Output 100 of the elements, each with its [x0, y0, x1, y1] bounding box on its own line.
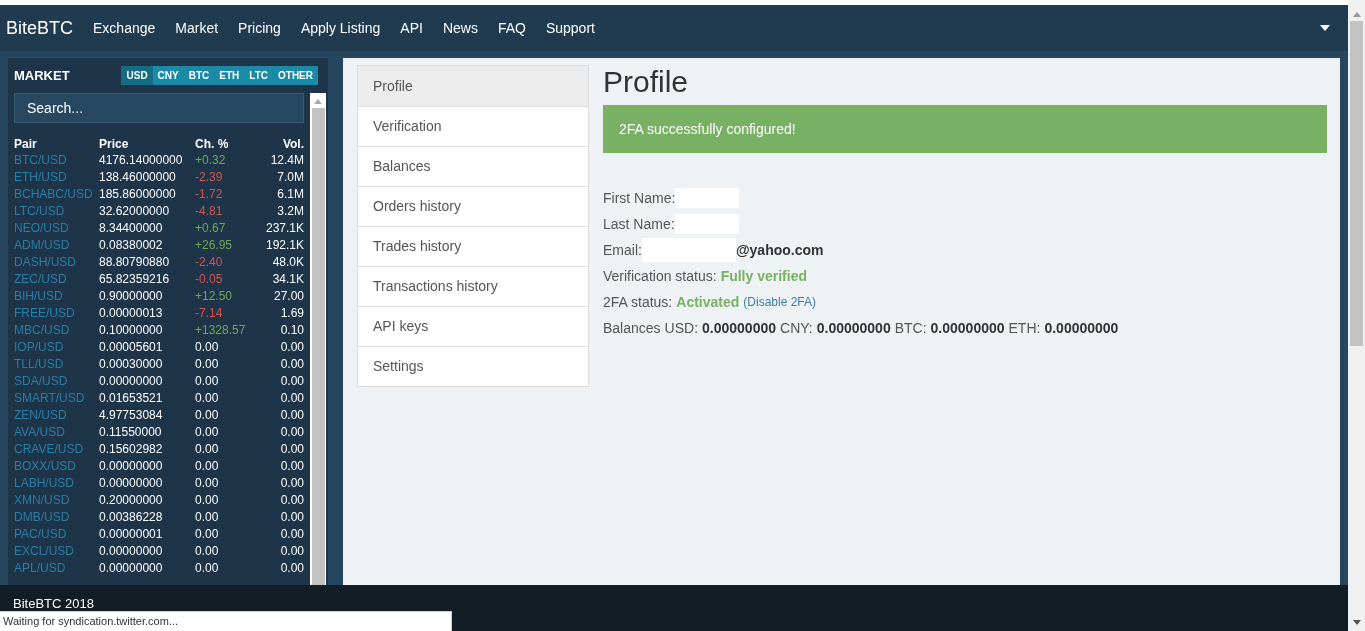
- price-cell-text: 4176.14000000: [99, 151, 184, 169]
- currency-tab[interactable]: USD: [121, 66, 153, 86]
- volume-cell-text: 0.00: [279, 542, 304, 560]
- change-cell-text: 0.00: [195, 491, 220, 509]
- status-value: Fully verified: [720, 266, 807, 286]
- market-row[interactable]: LABH/USD 0.00000000 0.00 0.00: [14, 474, 304, 492]
- market-row[interactable]: BOXX/USD 0.00000000 0.00 0.00: [14, 457, 304, 475]
- scroll-down-icon[interactable]: [1352, 620, 1361, 625]
- market-row[interactable]: DMB/USD 0.00386228 0.00 0.00: [14, 508, 304, 526]
- volume-cell-text: 237.1K: [264, 219, 304, 237]
- column-header: Price: [99, 135, 130, 153]
- price-cell-text: 0.90000000: [99, 287, 164, 305]
- market-row[interactable]: APL/USD 0.00000000 0.00 0.00: [14, 559, 304, 577]
- volume-cell-text: 0.00: [279, 338, 304, 356]
- price-cell-text: 0.00000013: [99, 304, 164, 322]
- volume-cell-text: 0.10: [279, 321, 304, 339]
- market-row[interactable]: IOP/USD 0.00005601 0.00 0.00: [14, 338, 304, 356]
- success-alert: 2FA successfully configured!: [603, 105, 1327, 153]
- field-label: 2FA status:: [603, 292, 673, 312]
- menu-item[interactable]: Profile: [358, 66, 588, 106]
- volume-cell-text: 0.00: [279, 440, 304, 458]
- pair-cell-text: BTC/USD: [14, 151, 68, 169]
- nav-link[interactable]: API: [390, 17, 433, 39]
- nav-link[interactable]: Apply Listing: [290, 17, 391, 39]
- market-row[interactable]: PAC/USD 0.00000001 0.00 0.00: [14, 525, 304, 543]
- market-row[interactable]: AVA/USD 0.11550000 0.00 0.00: [14, 423, 304, 441]
- column-header: Pair: [14, 135, 38, 153]
- market-row[interactable]: CRAVE/USD 0.15602982 0.00 0.00: [14, 440, 304, 458]
- volume-cell-text: 48.0K: [271, 253, 304, 271]
- market-row[interactable]: NEO/USD 8.34400000 +0.67 237.1K: [14, 219, 304, 237]
- search-field[interactable]: Search...: [14, 92, 304, 123]
- pair-cell-text: ZEC/USD: [14, 270, 68, 288]
- field-label: Verification status:: [603, 266, 717, 286]
- price-cell-text: 0.20000000: [99, 491, 164, 509]
- volume-cell-text: 192.1K: [264, 236, 304, 254]
- change-cell-text: -4.81: [195, 202, 224, 220]
- nav-link[interactable]: Support: [535, 17, 605, 39]
- change-cell-text: -2.40: [195, 253, 224, 271]
- nav-link[interactable]: News: [432, 17, 488, 39]
- scrollbar[interactable]: [310, 92, 326, 585]
- price-cell-text: 0.00000001: [99, 525, 164, 543]
- currency-tab[interactable]: OTHER: [273, 66, 318, 86]
- nav-link[interactable]: Market: [165, 17, 229, 39]
- pair-cell-text: EXCL/USD: [14, 542, 76, 560]
- status-bubble: Waiting for syndication.twitter.com...: [0, 611, 452, 631]
- pair-cell-text: DMB/USD: [14, 508, 71, 526]
- pair-cell-text: BIH/USD: [14, 287, 64, 305]
- market-row[interactable]: XMN/USD 0.20000000 0.00 0.00: [14, 491, 304, 509]
- market-row[interactable]: DASH/USD 88.80790880 -2.40 48.0K: [14, 253, 304, 271]
- page-scrollbar[interactable]: [1348, 0, 1365, 631]
- volume-cell-text: 6.1M: [276, 185, 304, 203]
- market-row[interactable]: ETH/USD 138.46000000 -2.39 7.0M: [14, 168, 304, 186]
- currency-tab[interactable]: ETH: [214, 66, 245, 86]
- pair-cell-text: DASH/USD: [14, 253, 77, 271]
- currency-tab[interactable]: LTC: [244, 66, 273, 86]
- brand-link[interactable]: BiteBTC: [6, 14, 74, 42]
- nav-link[interactable]: FAQ: [487, 17, 536, 39]
- pair-cell-text: LABH/USD: [14, 474, 76, 492]
- nav-link[interactable]: Pricing: [228, 17, 291, 39]
- market-row[interactable]: BCHABC/USD 185.86000000 -1.72 6.1M: [14, 185, 304, 203]
- page-title: Profile: [603, 65, 690, 99]
- change-cell-text: 0.00: [195, 457, 220, 475]
- volume-cell-text: 12.4M: [269, 151, 304, 169]
- price-cell-text: 0.01653521: [99, 389, 164, 407]
- currency-tab[interactable]: BTC: [183, 66, 215, 86]
- change-cell-text: -2.39: [195, 168, 224, 186]
- status-value: Activated: [676, 292, 740, 312]
- market-row[interactable]: MBC/USD 0.10000000 +1328.57 0.10: [14, 321, 304, 339]
- market-row[interactable]: SDA/USD 0.00000000 0.00 0.00: [14, 372, 304, 390]
- market-row[interactable]: SMART/USD 0.01653521 0.00 0.00: [14, 389, 304, 407]
- column-header: Vol.: [281, 135, 304, 153]
- scroll-up-icon[interactable]: [314, 98, 322, 104]
- scroll-up-icon[interactable]: [1352, 12, 1361, 17]
- volume-cell-text: 3.2M: [276, 202, 304, 220]
- market-row[interactable]: ZEN/USD 4.97753084 0.00 0.00: [14, 406, 304, 424]
- nav-link[interactable]: Exchange: [83, 17, 166, 39]
- market-row[interactable]: FREE/USD 0.00000013 -7.14 1.69: [14, 304, 304, 322]
- price-cell-text: 32.62000000: [99, 202, 171, 220]
- volume-cell-text: 0.00: [279, 372, 304, 390]
- market-row[interactable]: TLL/USD 0.00030000 0.00 0.00: [14, 355, 304, 373]
- market-row[interactable]: ADM/USD 0.08380002 +26.95 192.1K: [14, 236, 304, 254]
- change-cell-text: 0.00: [195, 372, 220, 390]
- caret-icon[interactable]: [1320, 25, 1330, 31]
- market-row[interactable]: ZEC/USD 65.82359216 -0.05 34.1K: [14, 270, 304, 288]
- pair-cell-text: FREE/USD: [14, 304, 76, 322]
- currency-tab[interactable]: CNY: [152, 66, 184, 86]
- pair-cell-text: CRAVE/USD: [14, 440, 85, 458]
- price-cell-text: 8.34400000: [99, 219, 164, 237]
- market-row[interactable]: EXCL/USD 0.00000000 0.00 0.00: [14, 542, 304, 560]
- price-cell-text: 0.08380002: [99, 236, 164, 254]
- market-row[interactable]: BTC/USD 4176.14000000 +0.32 12.4M: [14, 151, 304, 169]
- column-header: Ch. %: [195, 135, 230, 153]
- change-cell-text: +1328.57: [195, 321, 247, 339]
- pair-cell-text: APL/USD: [14, 559, 67, 577]
- disable-2fa-link[interactable]: (Disable 2FA): [743, 293, 816, 311]
- market-row[interactable]: LTC/USD 32.62000000 -4.81 3.2M: [14, 202, 304, 220]
- market-row[interactable]: BIH/USD 0.90000000 +12.50 27.00: [14, 287, 304, 305]
- price-cell-text: 0.00000000: [99, 542, 164, 560]
- balance-value: 0.00000000: [702, 318, 776, 338]
- volume-cell-text: 0.00: [279, 406, 304, 424]
